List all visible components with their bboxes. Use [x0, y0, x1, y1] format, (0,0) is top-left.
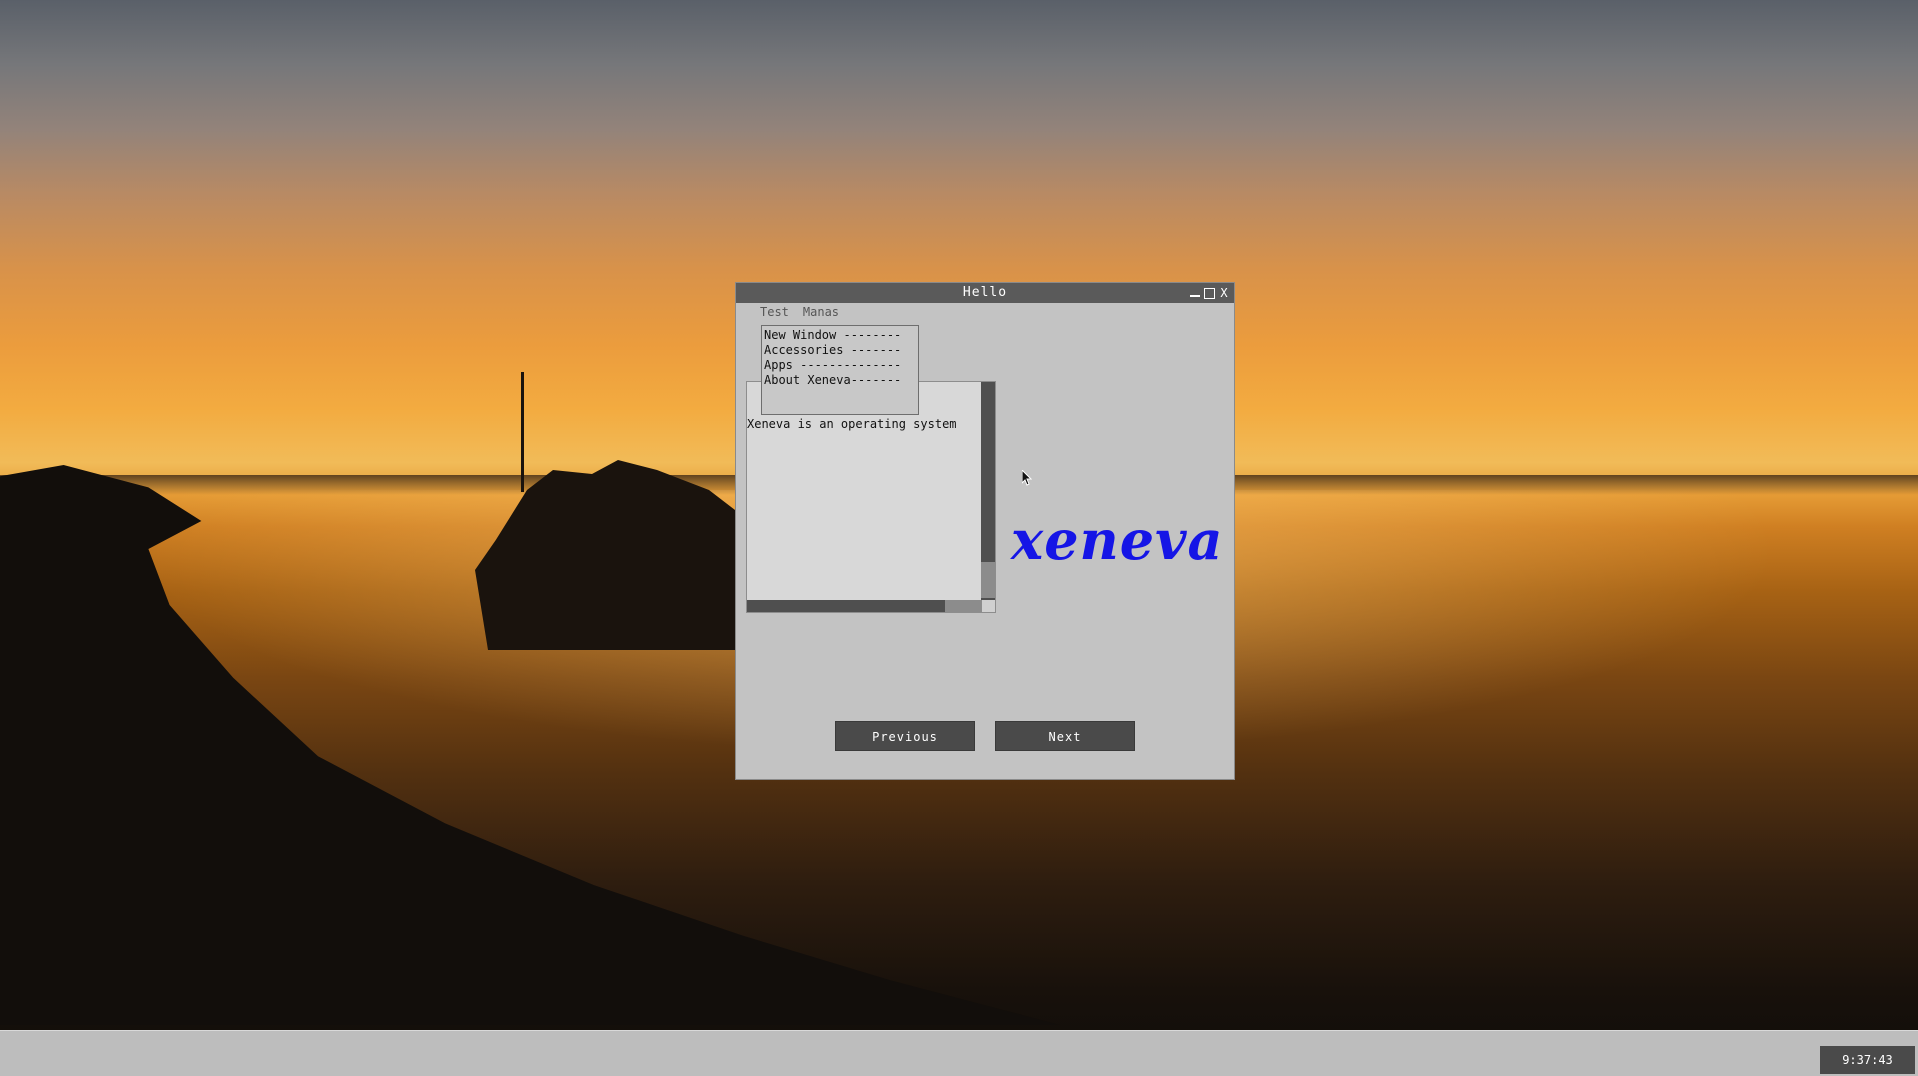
hello-window: Hello X Test Manas Xeneva is an operatin…	[735, 282, 1235, 780]
menu-item-new-window[interactable]: New Window --------	[764, 328, 918, 343]
window-title: Hello	[962, 285, 1008, 300]
previous-button[interactable]: Previous	[835, 721, 975, 751]
listbox-text: Xeneva is an operating system	[747, 417, 957, 431]
dropdown-menu: New Window -------- Accessories ------- …	[761, 325, 919, 415]
text-listbox[interactable]: Xeneva is an operating system	[746, 381, 996, 613]
desktop-wallpaper: Hello X Test Manas Xeneva is an operatin…	[0, 0, 1918, 1076]
wallpaper-boat-mast	[521, 372, 524, 492]
vertical-scroll-thumb[interactable]	[981, 562, 995, 598]
maximize-icon[interactable]	[1204, 287, 1215, 299]
menu-item-apps[interactable]: Apps --------------	[764, 358, 918, 373]
menu-manas[interactable]: Manas	[803, 305, 839, 319]
window-controls: X	[1189, 283, 1230, 303]
horizontal-scroll-thumb[interactable]	[945, 600, 981, 612]
vertical-scrollbar[interactable]	[981, 382, 995, 612]
menu-item-accessories[interactable]: Accessories -------	[764, 343, 918, 358]
menubar: Test Manas	[760, 305, 839, 319]
window-titlebar[interactable]: Hello X	[736, 283, 1234, 303]
next-button[interactable]: Next	[995, 721, 1135, 751]
taskbar: 9:37:43	[0, 1030, 1918, 1076]
close-icon[interactable]: X	[1218, 287, 1230, 299]
scroll-corner	[981, 600, 995, 612]
menu-item-about-xeneva[interactable]: About Xeneva-------	[764, 373, 918, 388]
horizontal-scrollbar[interactable]	[747, 600, 995, 612]
taskbar-clock[interactable]: 9:37:43	[1820, 1046, 1915, 1074]
menu-test[interactable]: Test	[760, 305, 789, 319]
minimize-icon[interactable]	[1189, 287, 1201, 299]
mouse-cursor-icon	[1022, 470, 1032, 486]
xeneva-logo: xeneva	[1011, 508, 1224, 572]
